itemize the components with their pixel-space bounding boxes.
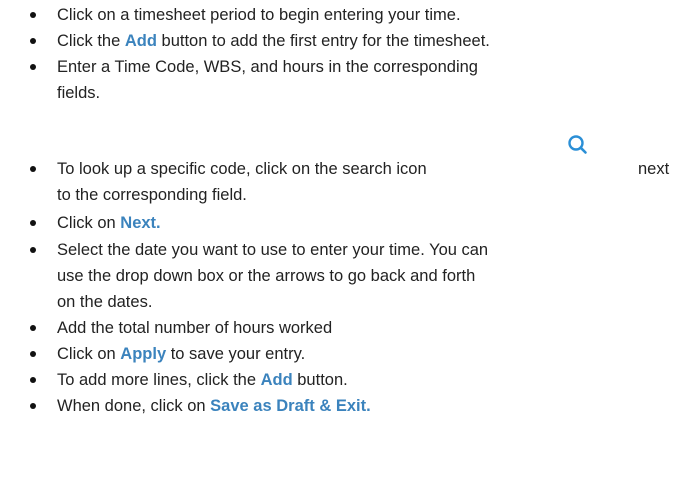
item-text: Click on Apply to save your entry. [57, 343, 672, 365]
apply-keyword: Apply [120, 345, 167, 363]
text-segment: Click on [57, 345, 121, 363]
text-segment: To look up a specific code, click on the… [57, 160, 427, 178]
bullet [30, 351, 36, 357]
line: on the dates. [57, 291, 672, 313]
bullet [30, 325, 36, 331]
item-text: Enter a Time Code, WBS, and hours in the… [57, 56, 672, 104]
line: Click the Add button to add the first en… [57, 30, 672, 52]
text-segment: fields. [57, 84, 101, 102]
text-segment: When done, click on [57, 397, 211, 415]
bullet [30, 377, 36, 383]
text-segment: Enter a Time Code, WBS, and hours in the… [57, 58, 478, 76]
bullet [30, 166, 36, 172]
item-text: Click on a timesheet period to begin ent… [57, 4, 672, 26]
line: Click on Next. [57, 212, 672, 234]
text-segment: button. [292, 371, 348, 389]
bullet [30, 38, 36, 44]
text-segment: next [638, 160, 670, 178]
text-segment: Add the total number of hours worked [57, 319, 333, 337]
next-keyword: Next. [120, 214, 161, 232]
item-text: To look up a specific code, click on the… [57, 158, 672, 206]
save-draft-exit-keyword: Save as Draft & Exit. [210, 397, 371, 415]
item-text: Click on Next. [57, 212, 672, 234]
text-segment: to the corresponding field. [57, 186, 247, 204]
text-segment: Click the [57, 32, 125, 50]
bullet [30, 64, 36, 70]
text-segment: Select the date you want to use to enter… [57, 241, 489, 259]
text-segment: Click on a timesheet period to begin ent… [57, 6, 461, 24]
line: Add the total number of hours worked [57, 317, 672, 339]
line: Select the date you want to use to enter… [57, 239, 672, 261]
bullet [30, 220, 36, 226]
item-text: Add the total number of hours worked [57, 317, 672, 339]
item-text: When done, click on Save as Draft & Exit… [57, 395, 672, 417]
bullet [30, 247, 36, 253]
item-text: Select the date you want to use to enter… [57, 239, 672, 313]
line: When done, click on Save as Draft & Exit… [57, 395, 672, 417]
line: use the drop down box or the arrows to g… [57, 265, 672, 287]
bullet [30, 12, 36, 18]
add-keyword: Add [260, 371, 293, 389]
text-segment: Click on [57, 214, 121, 232]
text-segment: button to add the first entry for the ti… [156, 32, 490, 50]
search-icon [566, 133, 590, 157]
line: Click on Apply to save your entry. [57, 343, 672, 365]
line: fields. [57, 82, 672, 104]
line: Enter a Time Code, WBS, and hours in the… [57, 56, 672, 78]
add-keyword: Add [124, 32, 157, 50]
item-text: To add more lines, click the Add button. [57, 369, 672, 391]
line: Click on a timesheet period to begin ent… [57, 4, 672, 26]
text-segment: use the drop down box or the arrows to g… [57, 267, 476, 285]
line: To look up a specific code, click on the… [57, 158, 672, 180]
text-segment: To add more lines, click the [57, 371, 261, 389]
bullet [30, 403, 36, 409]
text-segment: on the dates. [57, 293, 153, 311]
line: To add more lines, click the Add button. [57, 369, 672, 391]
line: to the corresponding field. [57, 184, 672, 206]
item-text: Click the Add button to add the first en… [57, 30, 672, 52]
text-segment: to save your entry. [166, 345, 306, 363]
